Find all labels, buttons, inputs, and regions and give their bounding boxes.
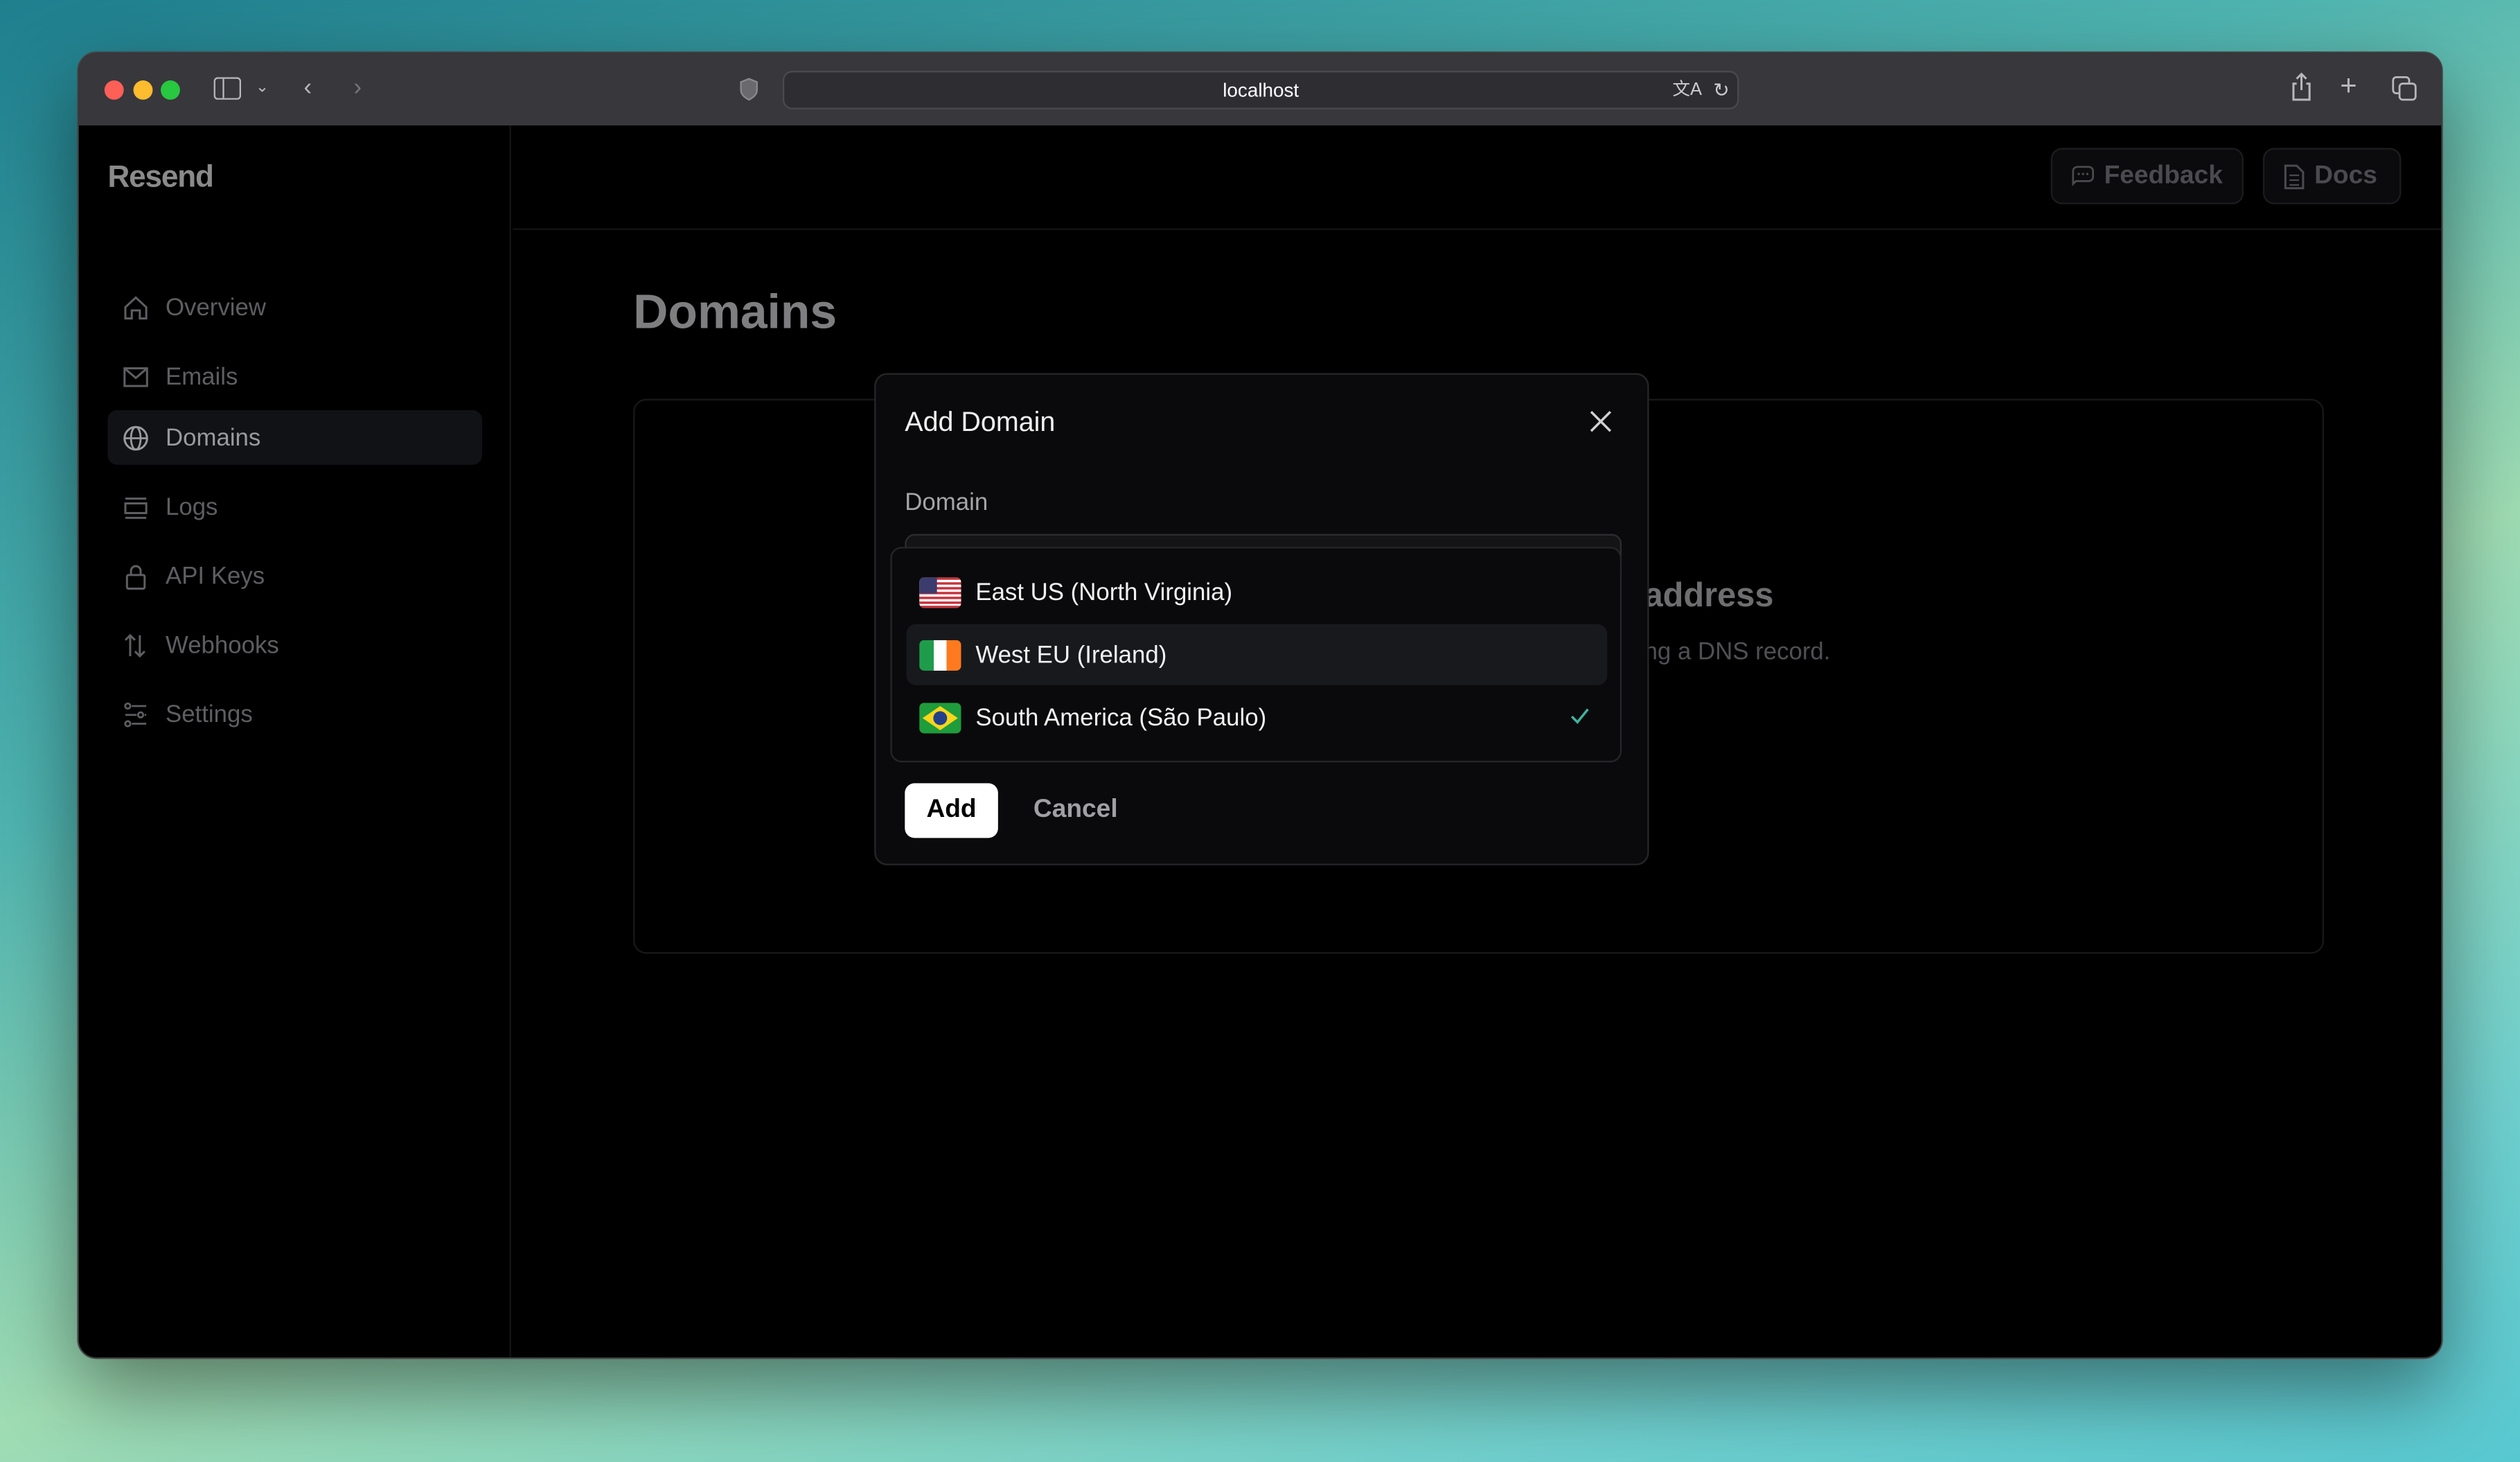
docs-label: Docs [2314, 161, 2377, 189]
sliders-icon [124, 701, 147, 727]
region-label: East US (North Virginia) [975, 578, 1233, 606]
home-icon [124, 295, 148, 319]
logs-icon [124, 496, 148, 518]
sidebar-item-label: Webhooks [165, 631, 279, 659]
check-icon [1570, 708, 1589, 724]
share-icon[interactable] [2290, 72, 2312, 101]
chat-bubble-icon [2072, 166, 2094, 186]
new-tab-icon[interactable]: + [2340, 71, 2357, 100]
sidebar: Resend Overview Emails Domains Logs API … [79, 125, 511, 1358]
globe-icon [123, 425, 148, 450]
lock-icon [125, 564, 146, 589]
sidebar-item-api-keys[interactable]: API Keys [107, 549, 482, 604]
shield-icon[interactable] [739, 77, 758, 101]
dialog-title: Add Domain [905, 407, 1056, 438]
close-window-button[interactable] [104, 80, 124, 100]
url-text: localhost [1223, 78, 1299, 102]
minimize-window-button[interactable] [133, 80, 153, 100]
sidebar-item-domains[interactable]: Domains [107, 409, 483, 465]
docs-button[interactable]: Docs [2262, 148, 2402, 204]
sidebar-item-label: Domains [165, 423, 261, 452]
us-flag-icon [919, 576, 961, 608]
maximize-window-button[interactable] [161, 80, 180, 100]
sidebar-item-logs[interactable]: Logs [107, 479, 482, 534]
mail-icon [123, 366, 148, 387]
sidebar-item-label: Logs [165, 493, 218, 520]
sidebar-item-label: Settings [165, 700, 253, 728]
add-domain-dialog: Add Domain Domain East US (North Virgini… [874, 373, 1649, 865]
region-dropdown: East US (North Virginia) West EU (Irelan… [890, 547, 1622, 763]
browser-toolbar: ⌄ ‹ › localhost 文A ↻ + [78, 53, 2442, 126]
cancel-button[interactable]: Cancel [1018, 783, 1134, 838]
logo: Resend [107, 161, 213, 195]
chevron-down-icon[interactable]: ⌄ [256, 74, 269, 103]
browser-window: ⌄ ‹ › localhost 文A ↻ + Resend Overview E… [77, 51, 2443, 1359]
document-icon [2284, 164, 2305, 188]
feedback-label: Feedback [2104, 161, 2223, 189]
address-bar[interactable]: localhost 文A ↻ [782, 71, 1739, 109]
sidebar-item-label: Emails [165, 362, 238, 390]
sidebar-item-webhooks[interactable]: Webhooks [107, 617, 482, 672]
domain-label: Domain [905, 488, 988, 517]
region-option-east-us[interactable]: East US (North Virginia) [907, 561, 1608, 622]
sidebar-item-label: Overview [165, 293, 267, 322]
sidebar-toggle-icon[interactable] [213, 77, 242, 100]
card-heading: address [1644, 577, 1774, 615]
region-option-south-america[interactable]: South America (São Paulo) [907, 687, 1608, 748]
brazil-flag-icon [919, 702, 961, 733]
region-option-west-eu[interactable]: West EU (Ireland) [906, 624, 1608, 685]
add-button[interactable]: Add [905, 783, 998, 838]
sidebar-item-label: API Keys [165, 562, 265, 590]
back-icon[interactable]: ‹ [304, 74, 312, 103]
reload-icon[interactable]: ↻ [1713, 72, 1729, 107]
region-label: South America (São Paulo) [975, 703, 1267, 731]
card-description: ng a DNS record. [1644, 638, 1831, 666]
top-header: Feedback Docs [513, 125, 2442, 230]
close-icon[interactable] [1588, 409, 1613, 434]
sidebar-item-emails[interactable]: Emails [107, 349, 482, 404]
ireland-flag-icon [919, 639, 961, 670]
sidebar-item-overview[interactable]: Overview [107, 280, 482, 335]
feedback-button[interactable]: Feedback [2050, 148, 2244, 204]
forward-icon[interactable]: › [353, 74, 362, 103]
sidebar-item-settings[interactable]: Settings [107, 687, 482, 741]
page-title: Domains [633, 286, 837, 340]
tabs-overview-icon[interactable] [2391, 76, 2417, 101]
translate-icon[interactable]: 文A [1673, 72, 1703, 107]
region-label: West EU (Ireland) [975, 640, 1167, 669]
arrows-up-down-icon [124, 633, 145, 658]
